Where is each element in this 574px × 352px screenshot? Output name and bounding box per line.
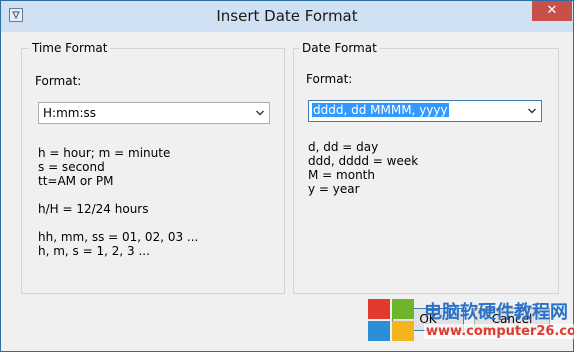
time-format-group: Time Format Format: H:mm:ss h = hour; m …	[21, 41, 285, 294]
time-help-line: tt=AM or PM	[38, 174, 114, 188]
time-help-line: hh, mm, ss = 01, 02, 03 ...	[38, 230, 199, 244]
time-format-label: Format:	[35, 74, 82, 88]
date-format-group: Date Format Format: dddd, dd MMMM, yyyy …	[293, 41, 559, 294]
chevron-down-icon[interactable]	[255, 107, 265, 119]
date-help-line: ddd, dddd = week	[308, 154, 419, 168]
date-help-line: M = month	[308, 168, 375, 182]
date-help-line: y = year	[308, 182, 360, 196]
time-help-line: h = hour; m = minute	[38, 146, 171, 160]
date-help-line: d, dd = day	[308, 140, 379, 154]
title-bar[interactable]: Insert Date Format ✕	[1, 1, 573, 32]
close-button[interactable]: ✕	[532, 1, 572, 21]
windows-logo-icon	[368, 299, 418, 343]
date-format-group-title: Date Format	[299, 41, 380, 55]
watermark-title: 电脑软硬件教程网	[424, 302, 568, 323]
logo-tile	[392, 299, 414, 319]
time-format-group-title: Time Format	[29, 41, 111, 55]
time-help-line: s = second	[38, 160, 105, 174]
window-title: Insert Date Format	[216, 7, 358, 25]
chevron-down-icon[interactable]	[527, 105, 537, 117]
time-help-line: h, m, s = 1, 2, 3 ...	[38, 244, 150, 258]
logo-tile	[368, 299, 390, 319]
date-format-label: Format:	[306, 72, 353, 86]
watermark-url: www.computer26.com	[424, 324, 574, 339]
date-format-combo-value: dddd, dd MMMM, yyyy	[312, 103, 449, 117]
date-format-combo[interactable]: dddd, dd MMMM, yyyy	[308, 100, 542, 122]
logo-tile	[368, 321, 390, 341]
site-watermark: 电脑软硬件教程网 www.computer26.com	[368, 296, 574, 352]
logo-tile	[392, 321, 414, 341]
time-help-line: h/H = 12/24 hours	[38, 202, 149, 216]
time-format-combo-value: H:mm:ss	[43, 106, 96, 120]
time-format-combo[interactable]: H:mm:ss	[38, 102, 270, 124]
